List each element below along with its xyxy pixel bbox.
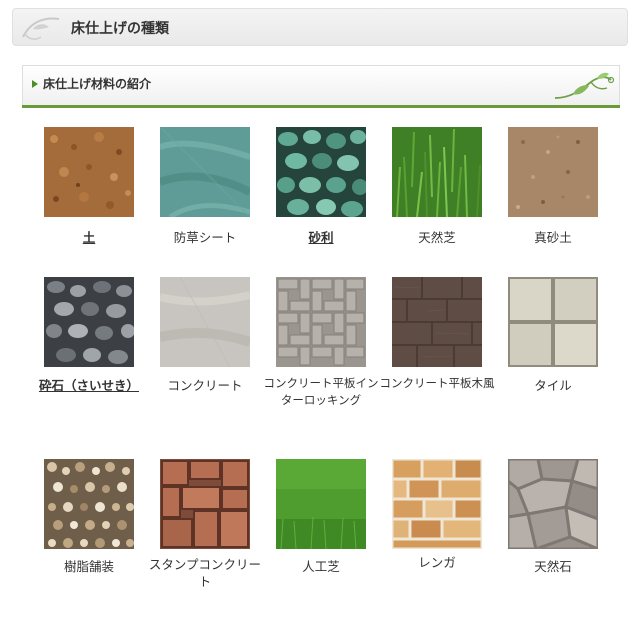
material-label-resin-paving: 樹脂舗装 [63, 559, 114, 574]
material-tile-crushed-stone[interactable] [44, 277, 134, 367]
artificial-turf-texture-image [276, 459, 366, 549]
material-tile-concrete[interactable] [160, 277, 250, 367]
section-heading: 床仕上げ材料の紹介 [22, 65, 620, 108]
material-label-natural-grass: 天然芝 [418, 230, 456, 245]
gravel-texture-image [276, 127, 366, 217]
concrete-texture-image [160, 277, 250, 367]
material-tile-decomposed-granite[interactable] [508, 127, 598, 217]
section-title: 床仕上げ材料の紹介 [43, 77, 152, 91]
weed-sheet-texture-image [160, 127, 250, 217]
material-label-interlocking-paver: コンクリート平板インターロッキング [263, 376, 379, 407]
material-tile-weed-sheet[interactable] [160, 127, 250, 217]
vine-ornament-icon [554, 72, 615, 99]
brick-texture-image [392, 459, 482, 549]
interlocking-paver-texture-image [276, 277, 366, 367]
material-tile-natural-grass[interactable] [392, 127, 482, 217]
material-label-weed-sheet: 防草シート [173, 230, 237, 245]
page-header: 床仕上げの種類 [12, 8, 628, 46]
material-label-artificial-turf: 人工芝 [302, 559, 340, 574]
leaf-ornament-icon [22, 17, 60, 40]
soil-texture-image [44, 127, 134, 217]
material-tile-gravel[interactable] [276, 127, 366, 217]
decomposed-granite-texture-image [508, 127, 598, 217]
section-underline [22, 105, 620, 108]
material-label-concrete: コンクリート [167, 378, 243, 393]
material-label-decomposed-granite: 真砂土 [534, 230, 572, 245]
material-tile-natural-stone[interactable] [508, 459, 598, 549]
page-title: 床仕上げの種類 [71, 21, 169, 37]
stamp-concrete-texture-image [160, 459, 250, 549]
material-label-gravel[interactable]: 砂利 [261, 229, 381, 246]
wood-paver-texture-image [392, 277, 482, 367]
material-label-tile: タイル [534, 378, 572, 393]
crushed-stone-texture-image [44, 277, 134, 367]
material-label-soil[interactable]: 土 [29, 229, 149, 246]
material-tile-tile[interactable] [508, 277, 598, 367]
triangle-arrow-icon [32, 80, 38, 88]
material-tile-interlocking-paver[interactable] [276, 277, 366, 367]
material-label-brick: レンガ [418, 555, 456, 570]
resin-paving-texture-image [44, 459, 134, 549]
tile-texture-image [508, 277, 598, 367]
material-tile-resin-paving[interactable] [44, 459, 134, 549]
natural-stone-texture-image [508, 459, 598, 549]
material-tile-wood-paver[interactable] [392, 277, 482, 367]
material-label-wood-paver: コンクリート平板木風 [379, 376, 495, 390]
material-tile-soil[interactable] [44, 127, 134, 217]
natural-grass-texture-image [392, 127, 482, 217]
material-tile-artificial-turf[interactable] [276, 459, 366, 549]
material-tile-stamp-concrete[interactable] [160, 459, 250, 549]
material-label-natural-stone: 天然石 [534, 559, 572, 574]
material-tile-brick[interactable] [392, 459, 482, 549]
material-label-crushed-stone[interactable]: 砕石（さいせき） [29, 377, 149, 394]
material-label-stamp-concrete: スタンプコンクリート [148, 557, 262, 589]
